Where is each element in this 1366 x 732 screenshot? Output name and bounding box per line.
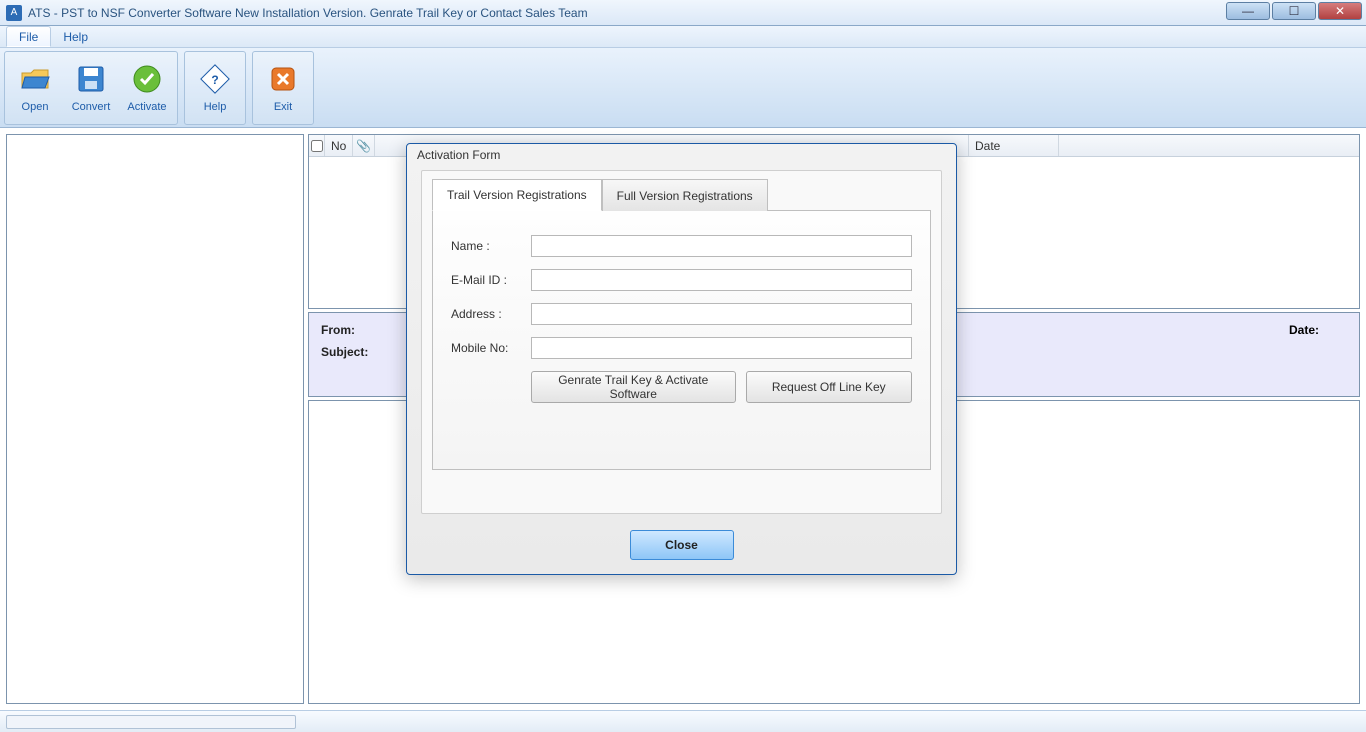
tab-full-label: Full Version Registrations: [617, 189, 753, 203]
paperclip-icon: 📎: [356, 139, 371, 153]
email-input[interactable]: [531, 269, 912, 291]
folder-open-icon: [19, 63, 51, 95]
generate-key-label: Genrate Trail Key & Activate Software: [558, 373, 708, 401]
name-input[interactable]: [531, 235, 912, 257]
title-bar: A ATS - PST to NSF Converter Software Ne…: [0, 0, 1366, 26]
convert-button[interactable]: Convert: [63, 54, 119, 122]
activate-button[interactable]: Activate: [119, 54, 175, 122]
menu-bar: File Help: [0, 26, 1366, 48]
grid-header-tail: [1059, 135, 1359, 156]
window-controls: — ☐ ✕: [1226, 2, 1362, 20]
help-button[interactable]: ? Help: [187, 54, 243, 122]
menu-help-label: Help: [63, 30, 88, 44]
tab-panel: Name : E-Mail ID : Address : Mobile No: …: [432, 210, 931, 470]
close-dialog-button[interactable]: Close: [630, 530, 734, 560]
tab-strip: Trail Version Registrations Full Version…: [432, 179, 931, 211]
request-offline-key-button[interactable]: Request Off Line Key: [746, 371, 912, 403]
progress-bar: [6, 715, 296, 729]
address-label: Address :: [451, 307, 531, 321]
tab-trail[interactable]: Trail Version Registrations: [432, 179, 602, 211]
grid-header-checkbox[interactable]: [309, 135, 325, 156]
open-button[interactable]: Open: [7, 54, 63, 122]
menu-file-label: File: [19, 30, 38, 44]
name-label: Name :: [451, 239, 531, 253]
check-circle-icon: [131, 63, 163, 95]
tree-pane[interactable]: [6, 134, 304, 704]
close-icon: ✕: [1335, 4, 1345, 18]
ribbon-group-exit: Exit: [252, 51, 314, 125]
dialog-title: Activation Form: [407, 144, 956, 164]
ribbon-toolbar: Open Convert Activate ? Help: [0, 48, 1366, 128]
ribbon-group-help: ? Help: [184, 51, 246, 125]
exit-square-icon: [267, 63, 299, 95]
status-bar: [0, 710, 1366, 732]
help-label: Help: [204, 101, 227, 113]
grid-header-date-label: Date: [975, 139, 1000, 153]
dialog-body: Trail Version Registrations Full Version…: [421, 170, 942, 514]
menu-help[interactable]: Help: [51, 26, 100, 47]
detail-date-label: Date:: [1289, 323, 1319, 337]
ribbon-group-main: Open Convert Activate: [4, 51, 178, 125]
mobile-label: Mobile No:: [451, 341, 531, 355]
app-icon: A: [6, 5, 22, 21]
activate-label: Activate: [127, 101, 166, 113]
exit-button[interactable]: Exit: [255, 54, 311, 122]
tab-trail-label: Trail Version Registrations: [447, 188, 587, 202]
grid-header-no-label: No: [331, 139, 346, 153]
open-label: Open: [22, 101, 49, 113]
minimize-button[interactable]: —: [1226, 2, 1270, 20]
grid-header-no[interactable]: No: [325, 135, 353, 156]
convert-label: Convert: [72, 101, 111, 113]
save-disk-icon: [75, 63, 107, 95]
detail-subject-label: Subject:: [321, 345, 393, 359]
email-label: E-Mail ID :: [451, 273, 531, 287]
detail-from-label: From:: [321, 323, 393, 337]
svg-text:?: ?: [211, 73, 218, 87]
request-offline-key-label: Request Off Line Key: [772, 380, 886, 394]
close-window-button[interactable]: ✕: [1318, 2, 1362, 20]
activation-form-dialog: Activation Form Trail Version Registrati…: [406, 143, 957, 575]
window-title: ATS - PST to NSF Converter Software New …: [28, 6, 588, 20]
grid-header-attachment[interactable]: 📎: [353, 135, 375, 156]
address-input[interactable]: [531, 303, 912, 325]
maximize-icon: ☐: [1289, 4, 1300, 18]
generate-key-button[interactable]: Genrate Trail Key & Activate Software: [531, 371, 736, 403]
help-diamond-icon: ?: [199, 63, 231, 95]
maximize-button[interactable]: ☐: [1272, 2, 1316, 20]
menu-file[interactable]: File: [6, 26, 51, 47]
exit-label: Exit: [274, 101, 292, 113]
tab-full[interactable]: Full Version Registrations: [602, 179, 768, 211]
mobile-input[interactable]: [531, 337, 912, 359]
minimize-icon: —: [1242, 4, 1254, 18]
select-all-checkbox[interactable]: [311, 140, 323, 152]
grid-header-date[interactable]: Date: [969, 135, 1059, 156]
close-dialog-label: Close: [665, 538, 698, 552]
dialog-footer: Close: [407, 520, 956, 574]
